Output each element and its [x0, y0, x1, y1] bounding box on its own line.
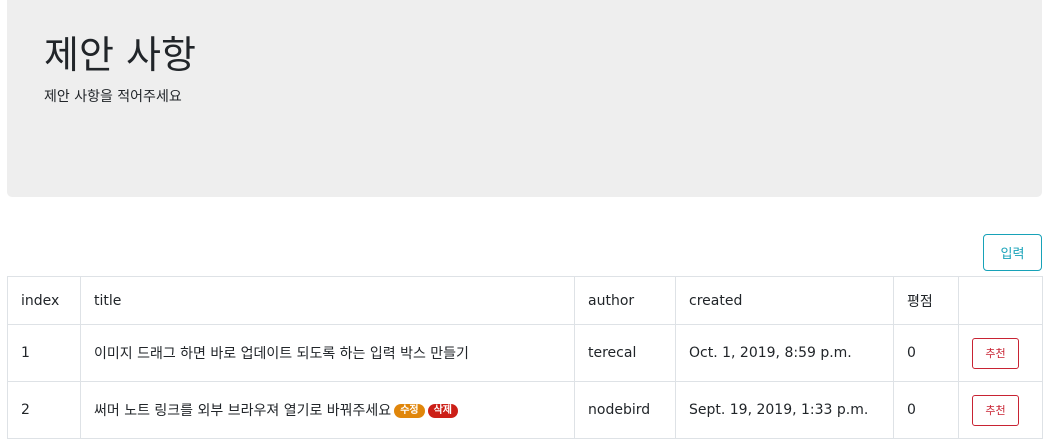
recommend-button[interactable]: 추천: [972, 394, 1019, 426]
recommend-button[interactable]: 추천: [972, 337, 1019, 369]
row-title-link[interactable]: 이미지 드래그 하면 바로 업데이트 되도록 하는 입력 박스 만들기: [94, 346, 469, 362]
input-button[interactable]: 입력: [983, 234, 1042, 271]
column-header-rating: 평점: [893, 276, 959, 325]
column-header-index: index: [7, 276, 81, 325]
page-title: 제안 사항: [44, 33, 196, 77]
row-title-link[interactable]: 써머 노트 링크를 외부 브라우져 열기로 바꿔주세요: [94, 403, 391, 419]
edit-badge[interactable]: 수정: [394, 404, 425, 418]
cell-created: Oct. 1, 2019, 8:59 p.m.: [675, 324, 894, 382]
cell-created: Sept. 19, 2019, 1:33 p.m.: [675, 381, 894, 439]
column-header-author: author: [574, 276, 676, 325]
cell-index: 2: [7, 381, 81, 439]
column-header-created: created: [675, 276, 894, 325]
cell-author: nodebird: [574, 381, 676, 439]
cell-index: 1: [7, 324, 81, 382]
suggestions-table: index title author created 평점 1 이미지 드래그 …: [7, 276, 1043, 439]
table-header-row: index title author created 평점: [7, 276, 1043, 325]
table-row: 2 써머 노트 링크를 외부 브라우져 열기로 바꿔주세요 수정 삭제 nodebi…: [7, 381, 1043, 439]
cell-title: 이미지 드래그 하면 바로 업데이트 되도록 하는 입력 박스 만들기: [80, 324, 575, 382]
cell-actions: 추천: [958, 381, 1043, 439]
delete-badge[interactable]: 삭제: [427, 404, 458, 418]
column-header-actions: [958, 276, 1043, 325]
table-row: 1 이미지 드래그 하면 바로 업데이트 되도록 하는 입력 박스 만들기 te…: [7, 324, 1043, 382]
cell-title: 써머 노트 링크를 외부 브라우져 열기로 바꿔주세요 수정 삭제: [80, 381, 575, 439]
cell-rating: 0: [893, 324, 959, 382]
page-subtitle: 제안 사항을 적어주세요: [44, 89, 182, 105]
cell-actions: 추천: [958, 324, 1043, 382]
jumbotron: 제안 사항 제안 사항을 적어주세요: [7, 0, 1042, 197]
column-header-title: title: [80, 276, 575, 325]
cell-rating: 0: [893, 381, 959, 439]
cell-author: terecal: [574, 324, 676, 382]
